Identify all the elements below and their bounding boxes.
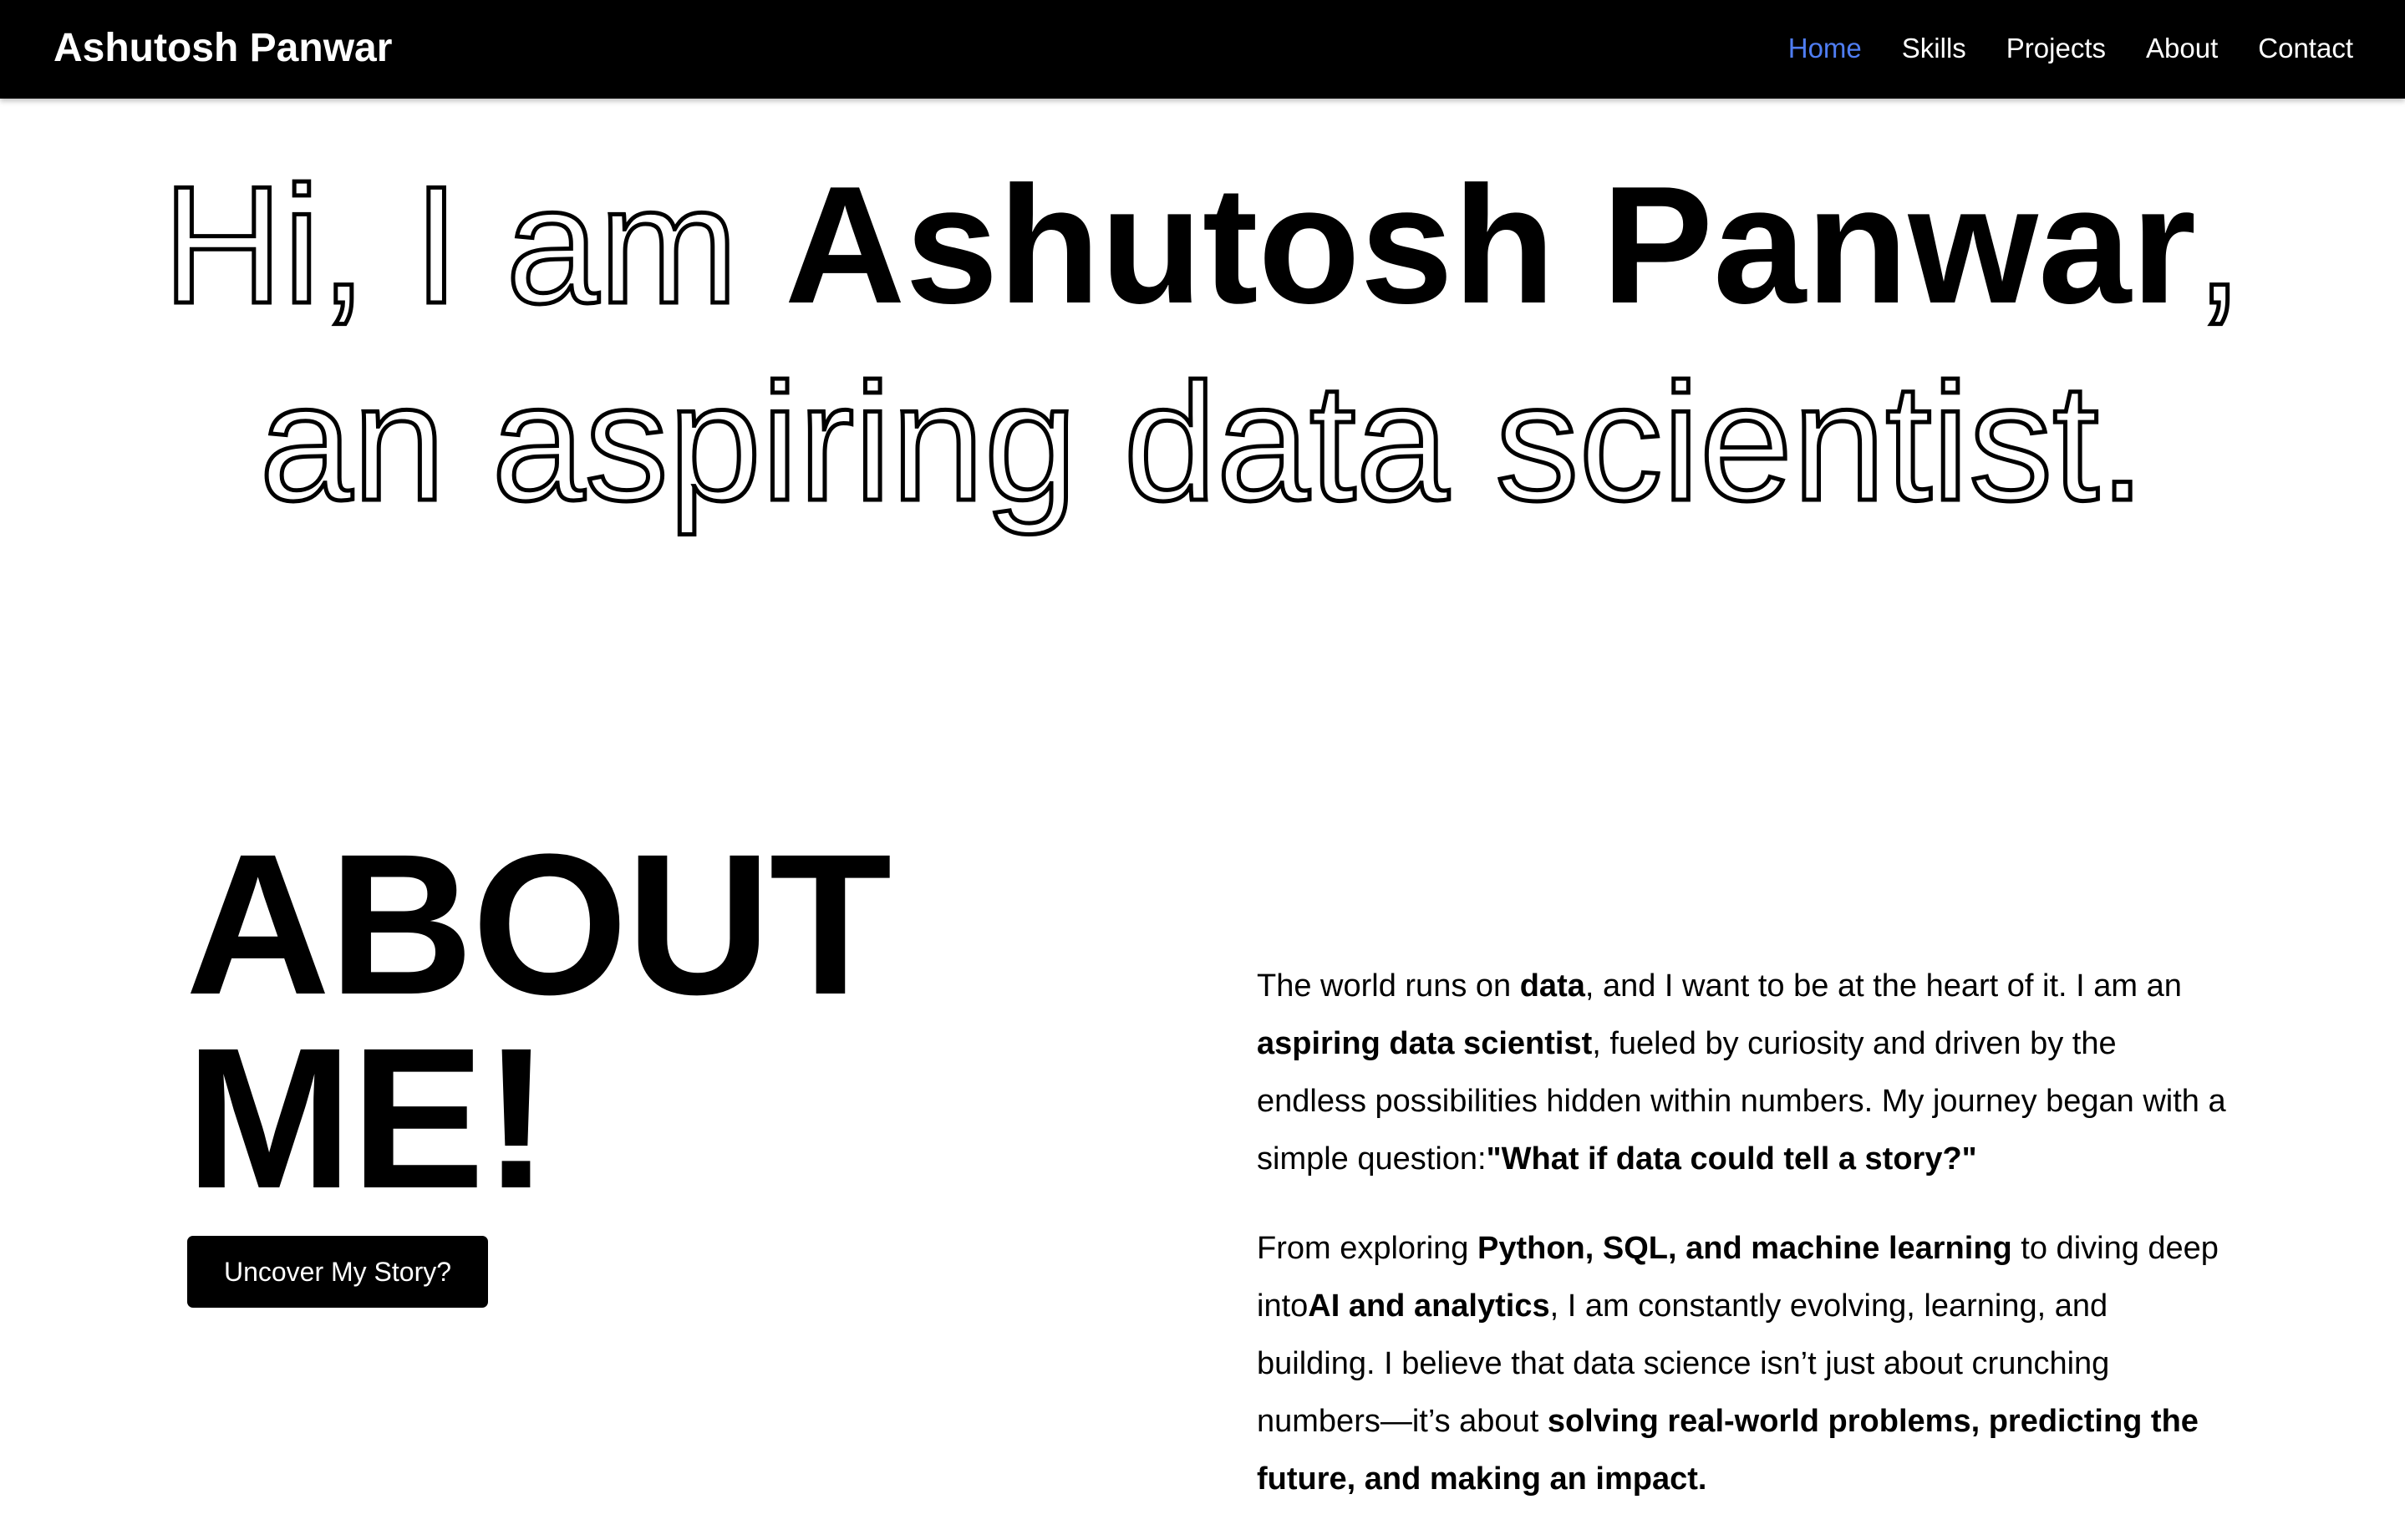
nav-contact[interactable]: Contact <box>2258 30 2353 67</box>
text-emphasis: "What if data could tell a story?" <box>1486 1141 1977 1177</box>
nav-about[interactable]: About <box>2146 30 2218 67</box>
text-segment: , and I want to be at the heart of it. I… <box>1584 968 2182 1004</box>
hero-heading: Hi, I am Ashutosh Panwar, an aspiring da… <box>0 147 2405 541</box>
about-title: ABOUT ME! <box>186 812 892 1230</box>
about-paragraph-1: The world runs on data, and I want to be… <box>1257 958 2226 1188</box>
about-paragraph-2: From exploring Python, SQL, and machine … <box>1257 1220 2226 1508</box>
about-text: The world runs on data, and I want to be… <box>1257 958 2226 1540</box>
hero-greeting: Hi, I am <box>160 150 785 341</box>
nav-skills[interactable]: Skills <box>1902 30 1966 67</box>
hero-name: Ashutosh Panwar <box>784 152 2197 338</box>
hero-line-1: Hi, I am Ashutosh Panwar, <box>0 147 2405 344</box>
nav-links: Home Skills Projects About Contact <box>1788 30 2353 67</box>
nav-home[interactable]: Home <box>1788 30 1862 67</box>
about-title-line-1: ABOUT <box>186 812 892 1036</box>
navbar: Ashutosh Panwar Home Skills Projects Abo… <box>0 0 2405 99</box>
text-segment: The world runs on <box>1257 968 1520 1004</box>
text-segment: From exploring <box>1257 1231 1477 1266</box>
about-title-line-2: ME! <box>186 1006 550 1230</box>
text-emphasis: Python, SQL, and machine learning <box>1477 1231 2012 1266</box>
hero-line-2: an aspiring data scientist. <box>257 348 2148 538</box>
hero-comma: , <box>2194 150 2245 341</box>
text-emphasis: aspiring data scientist <box>1257 1026 1593 1061</box>
text-emphasis: AI and analytics <box>1308 1288 1550 1324</box>
brand-logo[interactable]: Ashutosh Panwar <box>53 23 392 74</box>
uncover-story-button[interactable]: Uncover My Story? <box>187 1236 488 1308</box>
text-emphasis: data <box>1519 968 1585 1004</box>
nav-projects[interactable]: Projects <box>2006 30 2106 67</box>
